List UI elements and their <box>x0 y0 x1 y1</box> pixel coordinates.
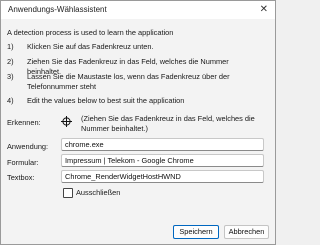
window-title: Anwendungs-Wählassistent <box>8 5 107 14</box>
exclude-checkbox[interactable] <box>63 188 73 198</box>
detect-hint: (Ziehen Sie das Fadenkreuz in das Feld, … <box>81 114 255 133</box>
close-icon[interactable]: ✕ <box>260 4 268 15</box>
cancel-button[interactable]: Abbrechen <box>224 225 269 239</box>
step-text: Lassen Sie die Maustaste los, wenn das F… <box>27 72 230 91</box>
detect-label: Erkennen: <box>7 118 41 127</box>
step-text: Edit the values below to best suit the a… <box>27 96 185 105</box>
application-label: Anwendung: <box>7 142 49 151</box>
textbox-field[interactable] <box>61 170 264 183</box>
exclude-label[interactable]: Ausschließen <box>76 188 120 197</box>
step-text: Klicken Sie auf das Fadenkreuz unten. <box>27 42 154 51</box>
form-field[interactable] <box>61 154 264 167</box>
wizard-window: Anwendungs-Wählassistent ✕ A detection p… <box>0 0 276 245</box>
step-number: 3) <box>7 72 14 81</box>
intro-text: A detection process is used to learn the… <box>7 28 174 37</box>
textbox-label: Textbox: <box>7 173 35 182</box>
save-button[interactable]: Speichern <box>173 225 219 239</box>
application-field[interactable] <box>61 138 264 151</box>
step-number: 4) <box>7 96 14 105</box>
step-number: 2) <box>7 57 14 66</box>
step-number: 1) <box>7 42 14 51</box>
form-label: Formular: <box>7 158 39 167</box>
crosshair-icon[interactable] <box>61 116 72 127</box>
title-bar: Anwendungs-Wählassistent ✕ <box>1 1 275 19</box>
